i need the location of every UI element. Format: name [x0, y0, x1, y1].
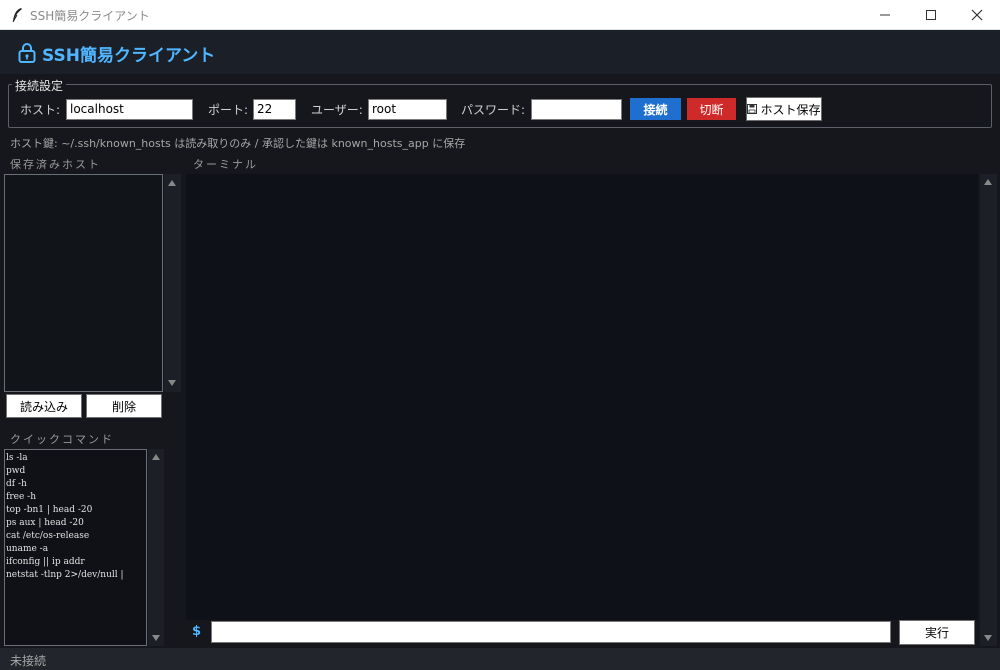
- lock-icon: [18, 43, 36, 63]
- host-key-hint: ホスト鍵: ~/.ssh/known_hosts は読み取りのみ / 承認した鍵…: [10, 137, 466, 150]
- maximize-icon: [926, 10, 936, 20]
- scroll-down-icon[interactable]: [168, 380, 176, 386]
- quick-command-item[interactable]: ps aux | head -20: [6, 517, 145, 530]
- terminal-title: ターミナル: [193, 158, 258, 171]
- terminal-scrollbar[interactable]: [980, 174, 997, 646]
- password-label: パスワード:: [461, 103, 526, 117]
- quick-command-item[interactable]: pwd: [6, 465, 145, 478]
- connection-status: 未接続: [10, 654, 47, 668]
- saved-hosts-title: 保存済みホスト: [10, 158, 101, 171]
- saved-hosts-scrollbar[interactable]: [164, 174, 181, 392]
- quick-commands-title: クイックコマンド: [10, 433, 114, 446]
- quick-commands-list[interactable]: ls -la pwd df -h free -h top -bn1 | head -20…: [4, 449, 147, 646]
- save-host-label: ホスト保存: [760, 102, 821, 117]
- quick-command-item[interactable]: top -bn1 | head -20: [6, 504, 145, 517]
- status-bar: 未接続: [0, 648, 1000, 670]
- quick-command-item[interactable]: ifconfig || ip addr: [6, 556, 145, 569]
- load-host-button[interactable]: 読み込み: [6, 394, 82, 418]
- window-title: SSH簡易クライアント: [30, 9, 150, 23]
- disconnect-button[interactable]: 切断: [687, 98, 736, 120]
- quick-commands-scrollbar[interactable]: [148, 449, 164, 646]
- save-host-button[interactable]: ホスト保存: [746, 97, 822, 121]
- quick-command-item[interactable]: free -h: [6, 491, 145, 504]
- user-input[interactable]: root: [368, 99, 447, 120]
- host-label: ホスト:: [20, 103, 61, 117]
- port-input[interactable]: 22: [253, 99, 296, 120]
- scroll-up-icon[interactable]: [168, 180, 176, 186]
- host-input[interactable]: localhost: [66, 99, 193, 120]
- port-label: ポート:: [208, 103, 249, 117]
- minimize-button[interactable]: [862, 0, 908, 30]
- close-icon: [971, 9, 983, 21]
- scroll-up-icon[interactable]: [152, 454, 160, 460]
- window-title-bar: SSH簡易クライアント: [0, 0, 1000, 30]
- quick-command-item[interactable]: netstat -tlnp 2>/dev/null |: [6, 569, 145, 582]
- scroll-down-icon[interactable]: [152, 635, 160, 641]
- command-input[interactable]: [211, 621, 891, 643]
- quick-command-item[interactable]: cat /etc/os-release: [6, 530, 145, 543]
- saved-hosts-list[interactable]: [4, 174, 163, 392]
- app-title: SSH簡易クライアント: [42, 46, 216, 66]
- maximize-button[interactable]: [908, 0, 954, 30]
- quick-command-item[interactable]: df -h: [6, 478, 145, 491]
- password-input[interactable]: [531, 99, 622, 120]
- user-label: ユーザー:: [311, 103, 363, 117]
- close-button[interactable]: [954, 0, 1000, 30]
- scroll-up-icon[interactable]: [984, 179, 992, 185]
- minimize-icon: [880, 14, 890, 16]
- app-header: SSH簡易クライアント: [0, 30, 1000, 74]
- feather-icon: [12, 8, 22, 23]
- scroll-down-icon[interactable]: [984, 635, 992, 641]
- quick-command-item[interactable]: uname -a: [6, 543, 145, 556]
- connect-button[interactable]: 接続: [630, 98, 681, 120]
- run-button[interactable]: 実行: [899, 620, 975, 645]
- floppy-disk-icon: [747, 104, 758, 114]
- delete-host-button[interactable]: 削除: [86, 394, 162, 418]
- connection-settings-legend: 接続設定: [12, 77, 67, 94]
- command-prompt-symbol: $: [192, 624, 202, 639]
- quick-command-item[interactable]: ls -la: [6, 452, 145, 465]
- terminal-output[interactable]: [186, 174, 978, 620]
